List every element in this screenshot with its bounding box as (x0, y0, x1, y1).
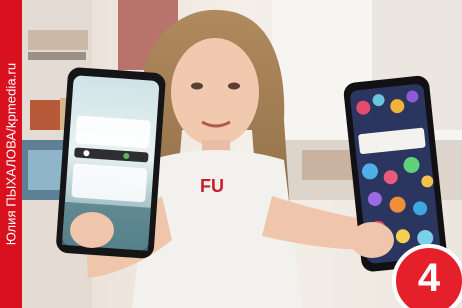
svg-text:FU: FU (200, 176, 224, 196)
badge-number: 4 (417, 256, 441, 300)
number-badge: 4 (392, 244, 462, 308)
photo-credit: Юлия ПЫХАЛОВА/kpmedia.ru (3, 62, 19, 246)
face (171, 38, 259, 146)
photo-frame: Юлия ПЫХАЛОВА/kpmedia.ru FU 4 (0, 0, 462, 308)
credit-strip: Юлия ПЫХАЛОВА/kpmedia.ru (0, 0, 22, 308)
